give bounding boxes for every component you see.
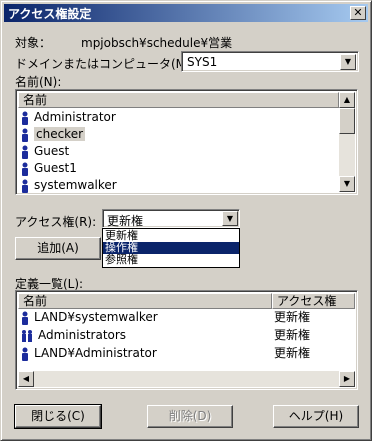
close-button[interactable]: 閉じる(C) [14, 404, 102, 429]
list-item[interactable]: checker [20, 126, 86, 143]
domain-label: ドメインまたはコンピュータ(M): [15, 57, 195, 71]
chevron-down-icon[interactable]: ▼ [340, 54, 356, 70]
table-row[interactable]: Administrators 更新権 [20, 327, 350, 344]
target-value: mpjobsch¥schedule¥営業 [81, 36, 233, 50]
dropdown-option[interactable]: 参照権 [103, 254, 239, 266]
access-dropdown[interactable]: 更新権 操作権 参照権 [102, 228, 240, 268]
scroll-left-icon[interactable]: ◀ [18, 371, 34, 387]
user-icon [22, 311, 28, 325]
chevron-down-icon[interactable]: ▼ [222, 211, 238, 226]
scroll-down-icon[interactable]: ▼ [339, 176, 355, 192]
definitions-header-access[interactable]: アクセス権 [272, 293, 355, 309]
title-bar[interactable]: アクセス権設定 ✕ [4, 4, 368, 22]
access-rights-dialog: アクセス権設定 ✕ 対象： mpjobsch¥schedule¥営業 ドメインま… [0, 0, 372, 441]
list-item-label: Guest1 [34, 161, 77, 175]
definitions-list[interactable]: 名前 アクセス権 LAND¥systemwalker 更新権 Administrat… [15, 290, 358, 390]
user-icon [22, 179, 28, 193]
user-icon [22, 145, 28, 159]
list-item[interactable]: Administrator [20, 109, 116, 126]
access-value: 更新権 [107, 214, 144, 228]
user-icon [22, 111, 28, 125]
names-list[interactable]: 名前 Administrator checker Guest Guest1 system… [15, 89, 358, 195]
definitions-header-name[interactable]: 名前 [18, 293, 272, 309]
list-item-label: Administrator [34, 110, 116, 124]
list-item-label: checker [34, 127, 86, 141]
list-item-label: systemwalker [34, 178, 117, 192]
scroll-thumb[interactable] [339, 108, 355, 134]
row-name: Administrators [38, 328, 127, 342]
user-icon [22, 162, 28, 176]
user-icon [22, 347, 28, 361]
names-header[interactable]: 名前 [18, 92, 339, 108]
scroll-right-icon[interactable]: ▶ [339, 371, 355, 387]
table-row[interactable]: LAND¥systemwalker 更新権 [20, 309, 350, 326]
row-access: 更新権 [274, 328, 311, 342]
target-label: 対象： [15, 36, 52, 50]
help-button[interactable]: ヘルプ(H) [273, 405, 359, 428]
domain-value: SYS1 [187, 55, 218, 69]
row-access: 更新権 [274, 310, 311, 324]
list-item[interactable]: Guest [20, 143, 69, 160]
names-scrollbar[interactable]: ▲ ▼ [339, 92, 355, 192]
access-label: アクセス権(R): [15, 215, 97, 229]
table-row[interactable]: LAND¥Administrator 更新権 [20, 345, 350, 362]
row-access: 更新権 [274, 346, 311, 360]
access-combobox[interactable]: 更新権 ▼ [102, 209, 240, 228]
close-window-icon[interactable]: ✕ [350, 6, 366, 20]
names-label: 名前(N): [15, 75, 62, 89]
group-icon [22, 329, 32, 342]
scroll-up-icon[interactable]: ▲ [339, 92, 355, 108]
list-item[interactable]: Guest1 [20, 160, 77, 177]
domain-combobox[interactable]: SYS1 ▼ [181, 51, 359, 72]
add-button[interactable]: 追加(A) [15, 237, 101, 260]
definitions-hscrollbar[interactable]: ◀ ▶ [18, 371, 355, 387]
window-title: アクセス権設定 [8, 7, 92, 21]
delete-button[interactable]: 削除(D) [147, 405, 233, 428]
list-item[interactable]: systemwalker [20, 177, 117, 194]
user-icon [22, 128, 28, 142]
row-name: LAND¥Administrator [34, 346, 157, 360]
list-item-label: Guest [34, 144, 70, 158]
row-name: LAND¥systemwalker [34, 310, 158, 324]
